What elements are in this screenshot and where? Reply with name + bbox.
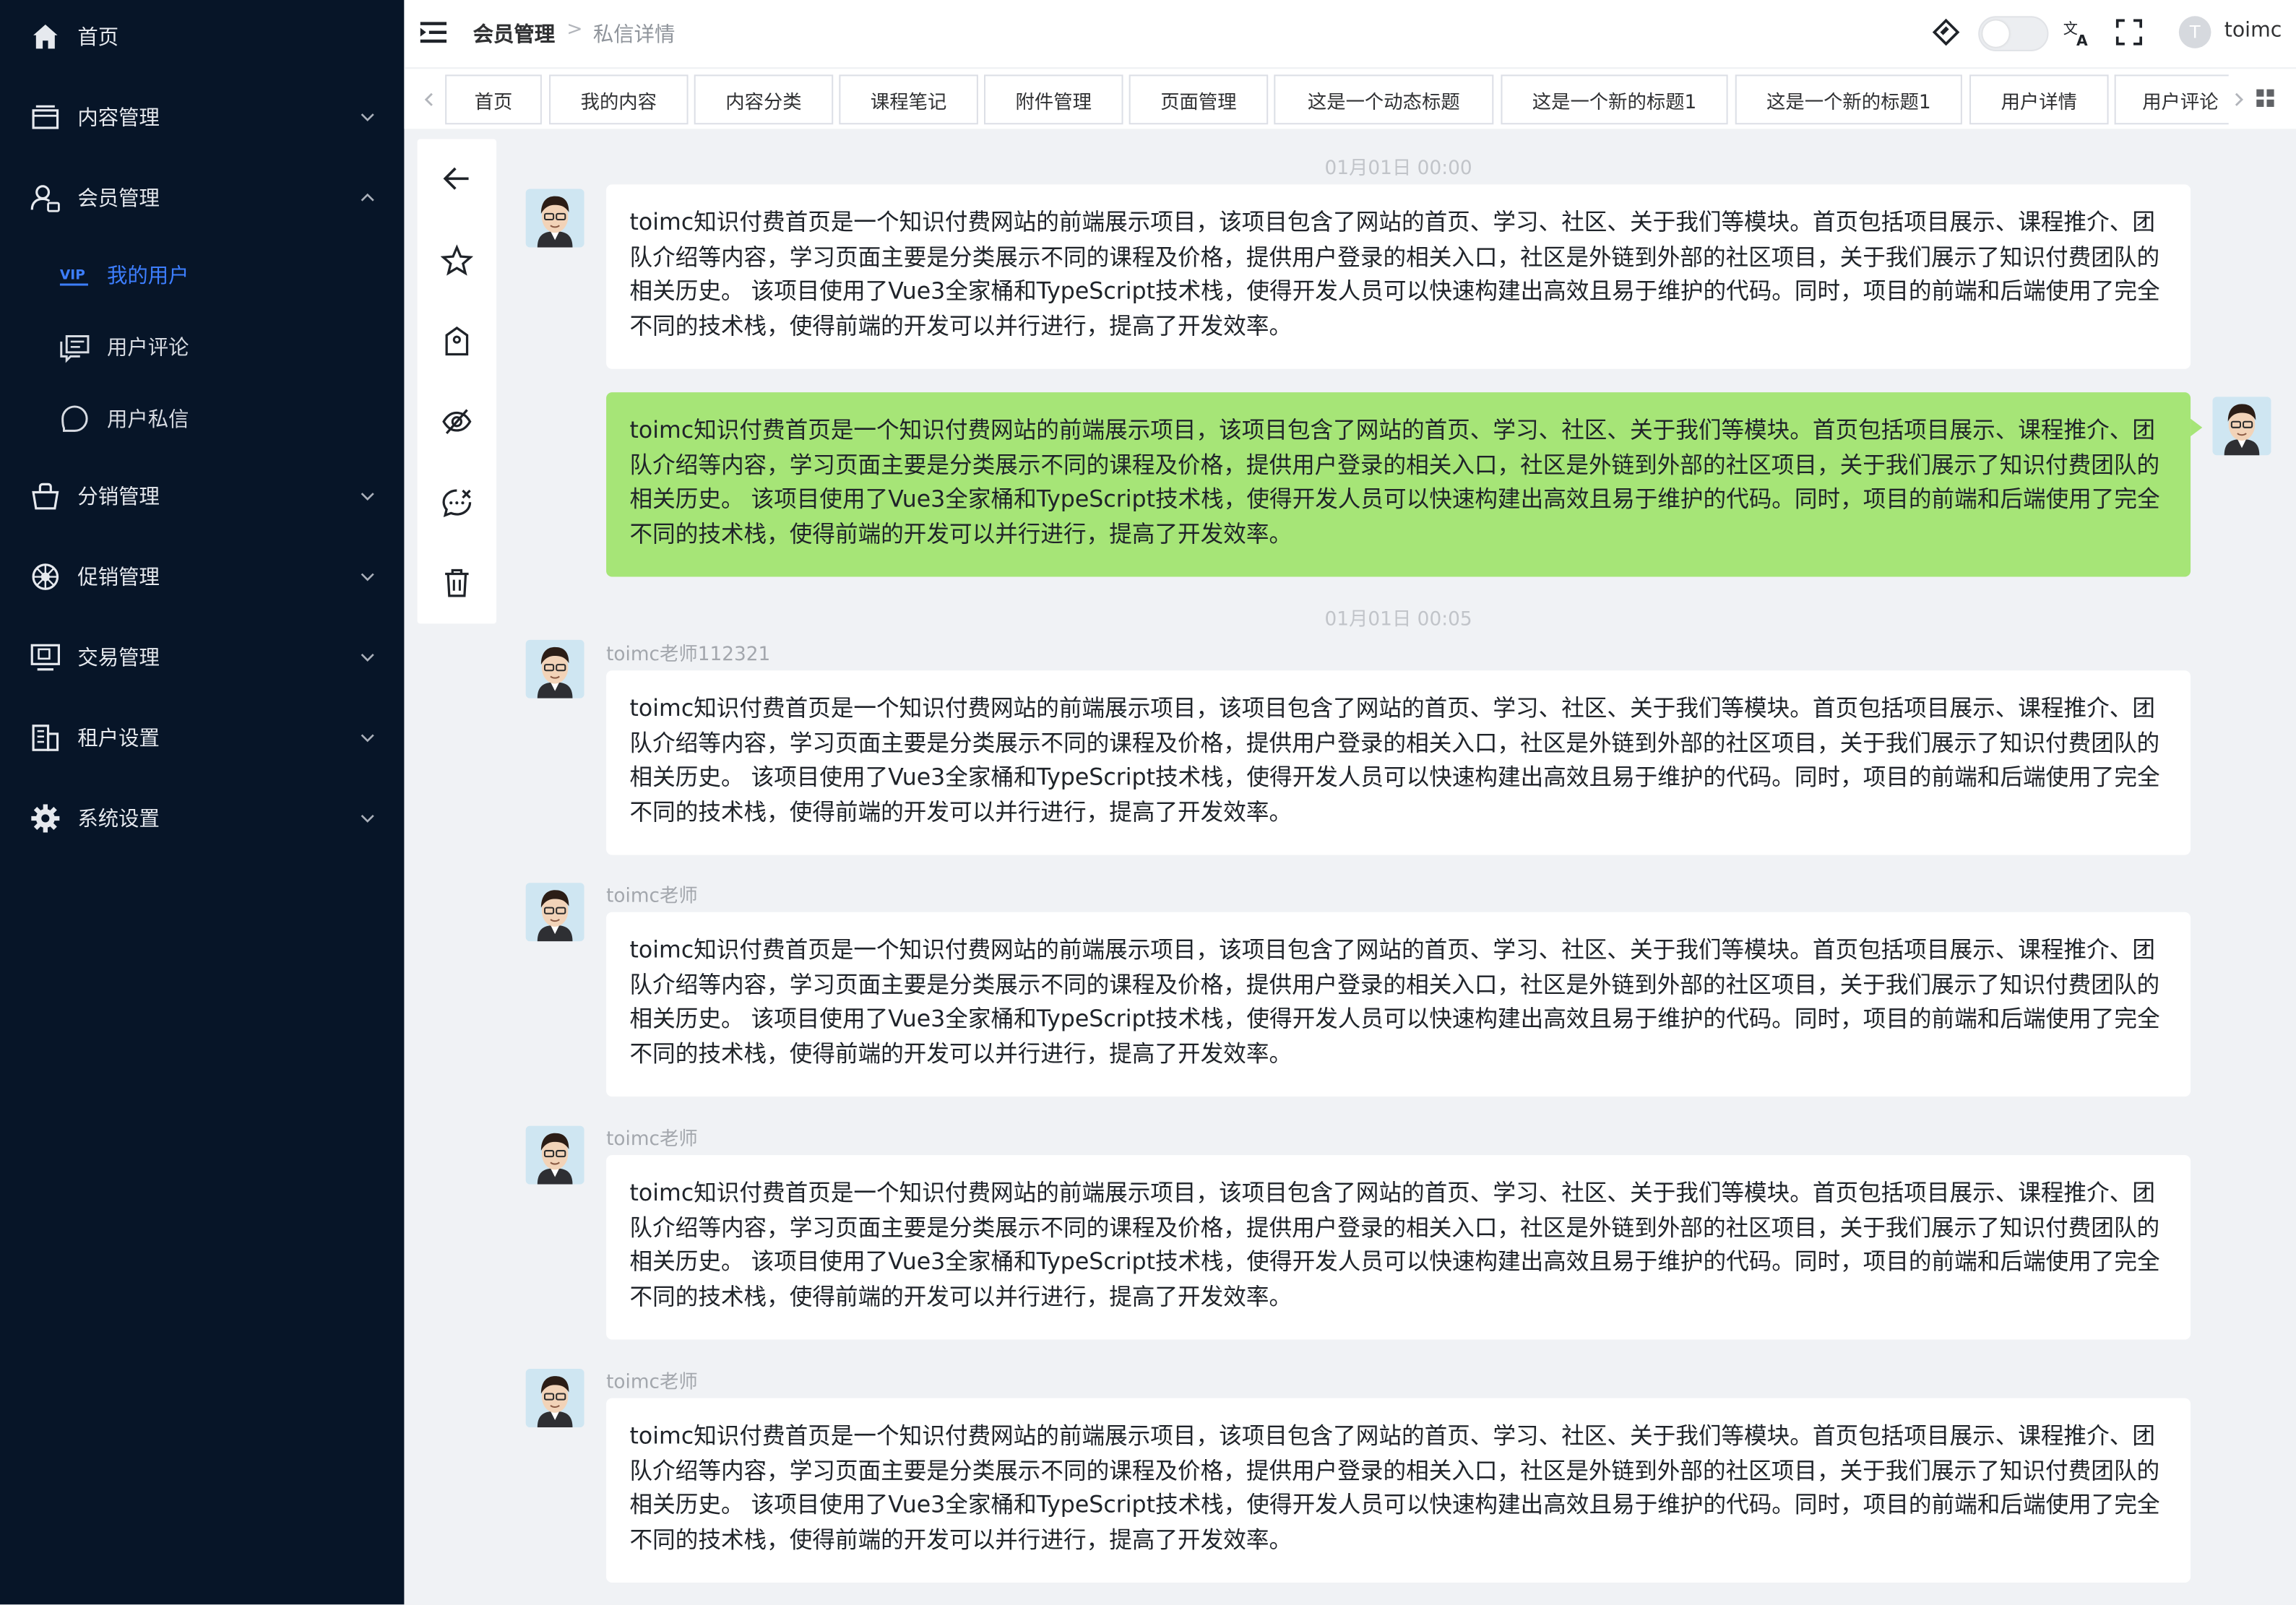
comment-icon xyxy=(60,334,90,363)
sidebar-item-content[interactable]: 内容管理 xyxy=(0,82,404,152)
tab-my-content[interactable]: 我的内容 xyxy=(549,74,689,125)
translate-icon[interactable]: 文A xyxy=(2063,17,2093,47)
sidebar-item-home[interactable]: 首页 xyxy=(0,1,404,72)
message-tool-panel xyxy=(417,139,497,624)
home-icon xyxy=(33,24,58,49)
member-icon xyxy=(30,185,60,212)
user-avatar[interactable]: T xyxy=(2178,16,2211,48)
theme-icon[interactable] xyxy=(1931,17,1961,47)
tab-page-management[interactable]: 页面管理 xyxy=(1128,74,1269,125)
sidebar: 首页 内容管理 会员管理 VIP 我的用户 用户评论 用户私信 分销管理 促销管… xyxy=(0,0,405,1605)
dark-mode-toggle[interactable] xyxy=(1978,16,2049,51)
message-bubble: toimc知识付费首页是一个知识付费网站的前端展示项目，该项目包含了网站的首页、… xyxy=(606,912,2191,1097)
message-bubble: toimc知识付费首页是一个知识付费网站的前端展示项目，该项目包含了网站的首页、… xyxy=(606,184,2191,369)
gear-icon xyxy=(31,804,60,833)
tab-new-title-2[interactable]: 这是一个新的标题1 xyxy=(1735,74,1962,125)
message-bubble: toimc知识付费首页是一个知识付费网站的前端展示项目，该项目包含了网站的首页、… xyxy=(606,670,2191,855)
chevron-down-icon xyxy=(361,113,374,122)
chevron-up-icon xyxy=(361,193,374,202)
star-icon[interactable] xyxy=(441,244,473,277)
tab-course-notes[interactable]: 课程笔记 xyxy=(839,74,978,125)
my-message-bubble: toimc知识付费首页是一个知识付费网站的前端展示项目，该项目包含了网站的首页、… xyxy=(606,392,2203,577)
sidebar-item-label: 租户设置 xyxy=(77,727,160,751)
sidebar-item-tenant[interactable]: 租户设置 xyxy=(0,703,404,773)
monitor-icon xyxy=(30,644,60,671)
chevron-down-icon xyxy=(361,654,374,662)
wheel-icon xyxy=(32,563,59,590)
sender-name: toimc老师 xyxy=(606,1372,698,1394)
breadcrumb-item[interactable]: 会员管理 xyxy=(473,19,556,48)
username[interactable]: toimc xyxy=(2224,19,2282,42)
sidebar-item-label: 首页 xyxy=(77,26,119,50)
fullscreen-icon[interactable] xyxy=(2115,17,2144,47)
message-timestamp: 01月01日 00:05 xyxy=(1324,609,1472,631)
tab-dynamic-title[interactable]: 这是一个动态标题 xyxy=(1274,74,1494,125)
building-icon xyxy=(32,724,59,751)
tab-user-comments[interactable]: 用户评论 xyxy=(2114,74,2229,125)
breadcrumb-separator: > xyxy=(566,19,583,41)
tab-attachments[interactable]: 附件管理 xyxy=(984,74,1123,125)
top-header: 会员管理 > 私信详情 文A T toimc xyxy=(404,0,2296,68)
sidebar-item-label: 交易管理 xyxy=(77,646,160,671)
avatar[interactable] xyxy=(525,189,584,248)
chevron-down-icon xyxy=(361,493,374,501)
sidebar-subitem-user-messages[interactable]: 用户私信 xyxy=(0,386,404,451)
vip-icon: VIP xyxy=(59,268,88,286)
breadcrumb-current: 私信详情 xyxy=(592,23,676,47)
svg-text:VIP: VIP xyxy=(60,268,85,283)
sidebar-subitem-user-comments[interactable]: 用户评论 xyxy=(0,315,404,379)
back-arrow-icon[interactable] xyxy=(441,163,473,195)
tab-content-category[interactable]: 内容分类 xyxy=(694,74,834,125)
trash-icon[interactable] xyxy=(441,566,473,599)
tabs-grid-icon[interactable] xyxy=(2255,88,2275,108)
chevron-right-icon[interactable] xyxy=(2232,90,2246,110)
svg-text:A: A xyxy=(2076,32,2088,47)
svg-text:文: 文 xyxy=(2063,20,2078,38)
chevron-down-icon xyxy=(361,734,374,743)
sidebar-item-member[interactable]: 会员管理 xyxy=(0,163,404,233)
sidebar-item-label: 系统设置 xyxy=(77,808,160,832)
sidebar-item-promotion[interactable]: 促销管理 xyxy=(0,542,404,612)
eye-hidden-icon[interactable] xyxy=(441,405,473,438)
message-timestamp: 01月01日 00:00 xyxy=(1324,157,1472,181)
avatar[interactable] xyxy=(525,1369,584,1428)
tab-home[interactable]: 首页 xyxy=(445,74,542,125)
avatar[interactable] xyxy=(525,639,584,698)
sidebar-item-label: 分销管理 xyxy=(77,485,160,510)
message-bubble: toimc知识付费首页是一个知识付费网站的前端展示项目，该项目包含了网站的首页、… xyxy=(606,1155,2191,1340)
chevron-left-icon[interactable] xyxy=(422,90,436,110)
tag-icon[interactable] xyxy=(441,325,473,358)
content-icon xyxy=(32,105,59,129)
sidebar-item-label: 会员管理 xyxy=(77,187,160,211)
tab-user-detail[interactable]: 用户详情 xyxy=(1969,74,2109,125)
sidebar-item-trade[interactable]: 交易管理 xyxy=(0,622,404,692)
sender-name: toimc老师 xyxy=(606,886,698,908)
sidebar-item-system[interactable]: 系统设置 xyxy=(0,783,404,853)
chevron-down-icon xyxy=(361,814,374,823)
sidebar-subitem-label: 用户评论 xyxy=(106,337,189,360)
sidebar-subitem-my-users[interactable]: VIP 我的用户 xyxy=(0,243,404,307)
sidebar-item-distribution[interactable]: 分销管理 xyxy=(0,461,404,531)
sidebar-item-label: 促销管理 xyxy=(77,566,160,590)
chevron-down-icon xyxy=(361,573,374,581)
sidebar-subitem-label: 用户私信 xyxy=(106,408,189,432)
message-icon xyxy=(61,405,88,432)
bag-icon xyxy=(32,483,59,510)
tab-new-title-1[interactable]: 这是一个新的标题1 xyxy=(1501,74,1728,125)
avatar[interactable] xyxy=(525,883,584,942)
sidebar-subitem-label: 我的用户 xyxy=(106,264,189,289)
sender-name: toimc老师112321 xyxy=(606,644,771,667)
toggle-knob xyxy=(1982,20,2009,47)
sender-name: toimc老师 xyxy=(606,1128,698,1151)
sidebar-item-label: 内容管理 xyxy=(77,106,160,131)
my-avatar[interactable] xyxy=(2212,397,2271,456)
message-bubble: toimc知识付费首页是一个知识付费网站的前端展示项目，该项目包含了网站的首页、… xyxy=(606,1398,2191,1583)
menu-fold-icon[interactable] xyxy=(420,19,447,45)
tabs-bar: 首页 我的内容 内容分类 课程笔记 附件管理 页面管理 这是一个动态标题 这是一… xyxy=(404,67,2296,129)
avatar[interactable] xyxy=(525,1125,584,1185)
delete-chat-icon[interactable] xyxy=(441,486,473,519)
